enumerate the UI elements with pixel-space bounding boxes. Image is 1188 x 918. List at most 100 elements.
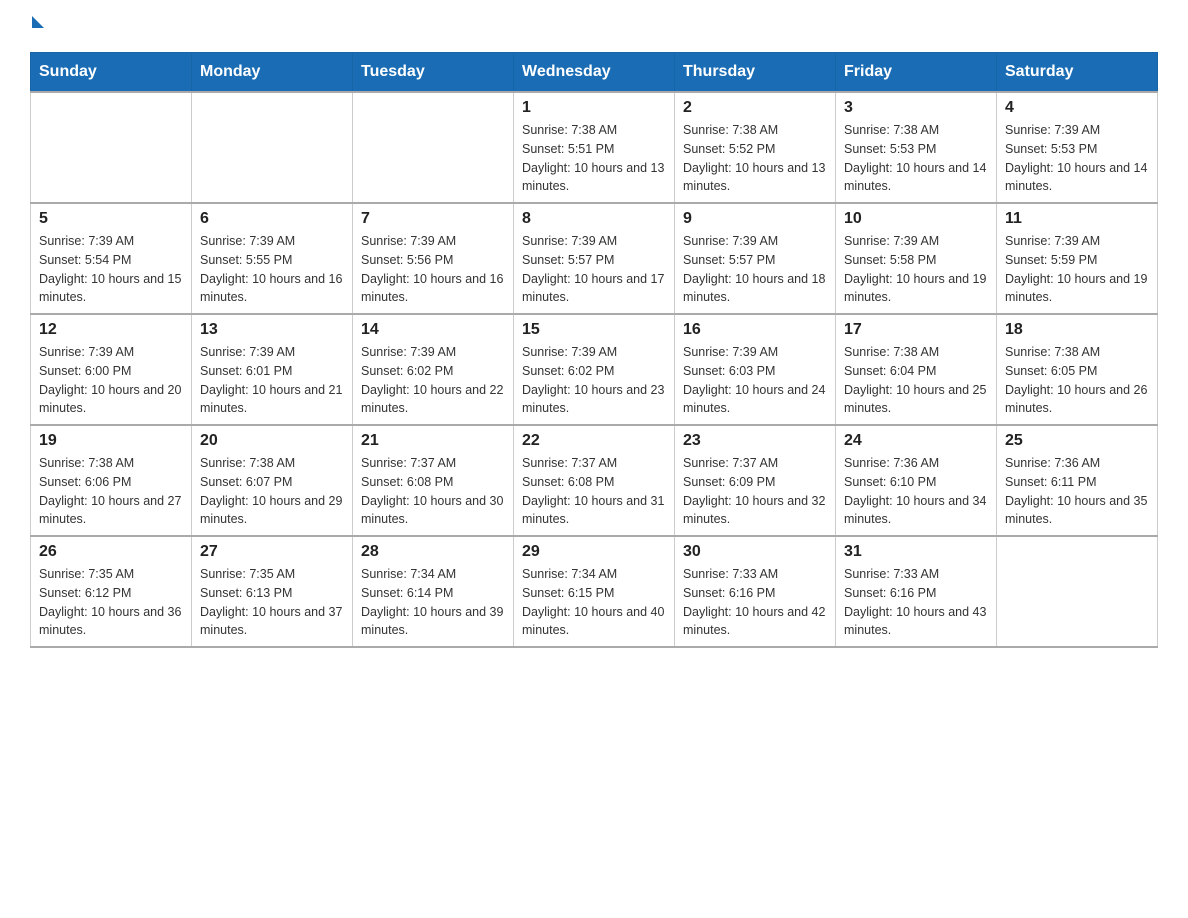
calendar-cell: 6 Sunrise: 7:39 AM Sunset: 5:55 PM Daylig… [192, 203, 353, 314]
day-info: Sunrise: 7:39 AM Sunset: 5:55 PM Dayligh… [200, 232, 344, 307]
calendar-cell: 18 Sunrise: 7:38 AM Sunset: 6:05 PM Dayli… [997, 314, 1158, 425]
day-info: Sunrise: 7:37 AM Sunset: 6:08 PM Dayligh… [522, 454, 666, 529]
day-number: 2 [683, 99, 827, 117]
day-info: Sunrise: 7:38 AM Sunset: 6:07 PM Dayligh… [200, 454, 344, 529]
week-row-5: 26 Sunrise: 7:35 AM Sunset: 6:12 PM Dayli… [31, 536, 1158, 647]
day-number: 8 [522, 210, 666, 228]
calendar-cell: 20 Sunrise: 7:38 AM Sunset: 6:07 PM Dayli… [192, 425, 353, 536]
calendar-cell [192, 92, 353, 203]
day-info: Sunrise: 7:38 AM Sunset: 5:51 PM Dayligh… [522, 121, 666, 196]
day-info: Sunrise: 7:38 AM Sunset: 5:52 PM Dayligh… [683, 121, 827, 196]
day-info: Sunrise: 7:33 AM Sunset: 6:16 PM Dayligh… [683, 565, 827, 640]
day-number: 11 [1005, 210, 1149, 228]
day-number: 3 [844, 99, 988, 117]
calendar-cell: 17Sunrise: 7:38 AM Sunset: 6:04 PM Dayli… [836, 314, 997, 425]
day-info: Sunrise: 7:39 AM Sunset: 6:01 PM Dayligh… [200, 343, 344, 418]
logo-arrow-icon [32, 16, 44, 28]
day-number: 7 [361, 210, 505, 228]
day-number: 23 [683, 432, 827, 450]
day-number: 21 [361, 432, 505, 450]
calendar-cell: 31Sunrise: 7:33 AM Sunset: 6:16 PM Dayli… [836, 536, 997, 647]
calendar-cell: 13 Sunrise: 7:39 AM Sunset: 6:01 PM Dayli… [192, 314, 353, 425]
day-info: Sunrise: 7:39 AM Sunset: 5:57 PM Dayligh… [522, 232, 666, 307]
day-info: Sunrise: 7:39 AM Sunset: 5:59 PM Dayligh… [1005, 232, 1149, 307]
calendar-cell: 25Sunrise: 7:36 AM Sunset: 6:11 PM Dayli… [997, 425, 1158, 536]
calendar-cell: 28 Sunrise: 7:34 AM Sunset: 6:14 PM Dayli… [353, 536, 514, 647]
calendar-cell: 8 Sunrise: 7:39 AM Sunset: 5:57 PM Daylig… [514, 203, 675, 314]
day-number: 12 [39, 321, 183, 339]
day-info: Sunrise: 7:38 AM Sunset: 6:06 PM Dayligh… [39, 454, 183, 529]
day-info: Sunrise: 7:39 AM Sunset: 6:00 PM Dayligh… [39, 343, 183, 418]
day-info: Sunrise: 7:34 AM Sunset: 6:14 PM Dayligh… [361, 565, 505, 640]
day-info: Sunrise: 7:35 AM Sunset: 6:12 PM Dayligh… [39, 565, 183, 640]
day-number: 28 [361, 543, 505, 561]
day-number: 9 [683, 210, 827, 228]
day-info: Sunrise: 7:39 AM Sunset: 5:53 PM Dayligh… [1005, 121, 1149, 196]
weekday-header-thursday: Thursday [675, 53, 836, 93]
day-number: 4 [1005, 99, 1149, 117]
day-number: 22 [522, 432, 666, 450]
weekday-header-row: SundayMondayTuesdayWednesdayThursdayFrid… [31, 53, 1158, 93]
calendar-cell: 3 Sunrise: 7:38 AM Sunset: 5:53 PM Daylig… [836, 92, 997, 203]
day-number: 18 [1005, 321, 1149, 339]
weekday-header-tuesday: Tuesday [353, 53, 514, 93]
calendar-cell: 26 Sunrise: 7:35 AM Sunset: 6:12 PM Dayli… [31, 536, 192, 647]
day-number: 31 [844, 543, 988, 561]
calendar-cell [31, 92, 192, 203]
calendar-cell: 10 Sunrise: 7:39 AM Sunset: 5:58 PM Dayli… [836, 203, 997, 314]
weekday-header-friday: Friday [836, 53, 997, 93]
day-number: 10 [844, 210, 988, 228]
day-info: Sunrise: 7:38 AM Sunset: 6:04 PM Dayligh… [844, 343, 988, 418]
calendar-table: SundayMondayTuesdayWednesdayThursdayFrid… [30, 52, 1158, 648]
calendar-cell: 1 Sunrise: 7:38 AM Sunset: 5:51 PM Daylig… [514, 92, 675, 203]
day-number: 20 [200, 432, 344, 450]
page-header [30, 20, 1158, 32]
calendar-cell [353, 92, 514, 203]
day-info: Sunrise: 7:34 AM Sunset: 6:15 PM Dayligh… [522, 565, 666, 640]
day-number: 6 [200, 210, 344, 228]
day-number: 14 [361, 321, 505, 339]
calendar-cell: 27 Sunrise: 7:35 AM Sunset: 6:13 PM Dayli… [192, 536, 353, 647]
weekday-header-wednesday: Wednesday [514, 53, 675, 93]
week-row-1: 1 Sunrise: 7:38 AM Sunset: 5:51 PM Daylig… [31, 92, 1158, 203]
calendar-cell: 4 Sunrise: 7:39 AM Sunset: 5:53 PM Daylig… [997, 92, 1158, 203]
calendar-cell [997, 536, 1158, 647]
day-number: 24 [844, 432, 988, 450]
day-number: 26 [39, 543, 183, 561]
weekday-header-sunday: Sunday [31, 53, 192, 93]
day-number: 13 [200, 321, 344, 339]
calendar-cell: 23 Sunrise: 7:37 AM Sunset: 6:09 PM Dayli… [675, 425, 836, 536]
day-number: 29 [522, 543, 666, 561]
week-row-3: 12 Sunrise: 7:39 AM Sunset: 6:00 PM Dayli… [31, 314, 1158, 425]
day-number: 16 [683, 321, 827, 339]
day-info: Sunrise: 7:39 AM Sunset: 5:57 PM Dayligh… [683, 232, 827, 307]
day-info: Sunrise: 7:39 AM Sunset: 5:56 PM Dayligh… [361, 232, 505, 307]
day-number: 15 [522, 321, 666, 339]
day-info: Sunrise: 7:39 AM Sunset: 5:58 PM Dayligh… [844, 232, 988, 307]
day-info: Sunrise: 7:39 AM Sunset: 6:02 PM Dayligh… [522, 343, 666, 418]
week-row-4: 19 Sunrise: 7:38 AM Sunset: 6:06 PM Dayli… [31, 425, 1158, 536]
weekday-header-monday: Monday [192, 53, 353, 93]
day-info: Sunrise: 7:37 AM Sunset: 6:09 PM Dayligh… [683, 454, 827, 529]
day-info: Sunrise: 7:38 AM Sunset: 6:05 PM Dayligh… [1005, 343, 1149, 418]
calendar-cell: 5Sunrise: 7:39 AM Sunset: 5:54 PM Daylig… [31, 203, 192, 314]
calendar-cell: 9 Sunrise: 7:39 AM Sunset: 5:57 PM Daylig… [675, 203, 836, 314]
calendar-cell: 15 Sunrise: 7:39 AM Sunset: 6:02 PM Dayli… [514, 314, 675, 425]
calendar-cell: 19 Sunrise: 7:38 AM Sunset: 6:06 PM Dayli… [31, 425, 192, 536]
calendar-cell: 16Sunrise: 7:39 AM Sunset: 6:03 PM Dayli… [675, 314, 836, 425]
calendar-cell: 24Sunrise: 7:36 AM Sunset: 6:10 PM Dayli… [836, 425, 997, 536]
day-number: 19 [39, 432, 183, 450]
calendar-cell: 22 Sunrise: 7:37 AM Sunset: 6:08 PM Dayli… [514, 425, 675, 536]
calendar-cell: 7 Sunrise: 7:39 AM Sunset: 5:56 PM Daylig… [353, 203, 514, 314]
calendar-cell: 30 Sunrise: 7:33 AM Sunset: 6:16 PM Dayli… [675, 536, 836, 647]
day-number: 5 [39, 210, 183, 228]
day-number: 1 [522, 99, 666, 117]
week-row-2: 5Sunrise: 7:39 AM Sunset: 5:54 PM Daylig… [31, 203, 1158, 314]
day-info: Sunrise: 7:37 AM Sunset: 6:08 PM Dayligh… [361, 454, 505, 529]
calendar-cell: 14Sunrise: 7:39 AM Sunset: 6:02 PM Dayli… [353, 314, 514, 425]
logo [30, 20, 44, 32]
day-number: 30 [683, 543, 827, 561]
day-number: 27 [200, 543, 344, 561]
day-info: Sunrise: 7:35 AM Sunset: 6:13 PM Dayligh… [200, 565, 344, 640]
day-info: Sunrise: 7:38 AM Sunset: 5:53 PM Dayligh… [844, 121, 988, 196]
